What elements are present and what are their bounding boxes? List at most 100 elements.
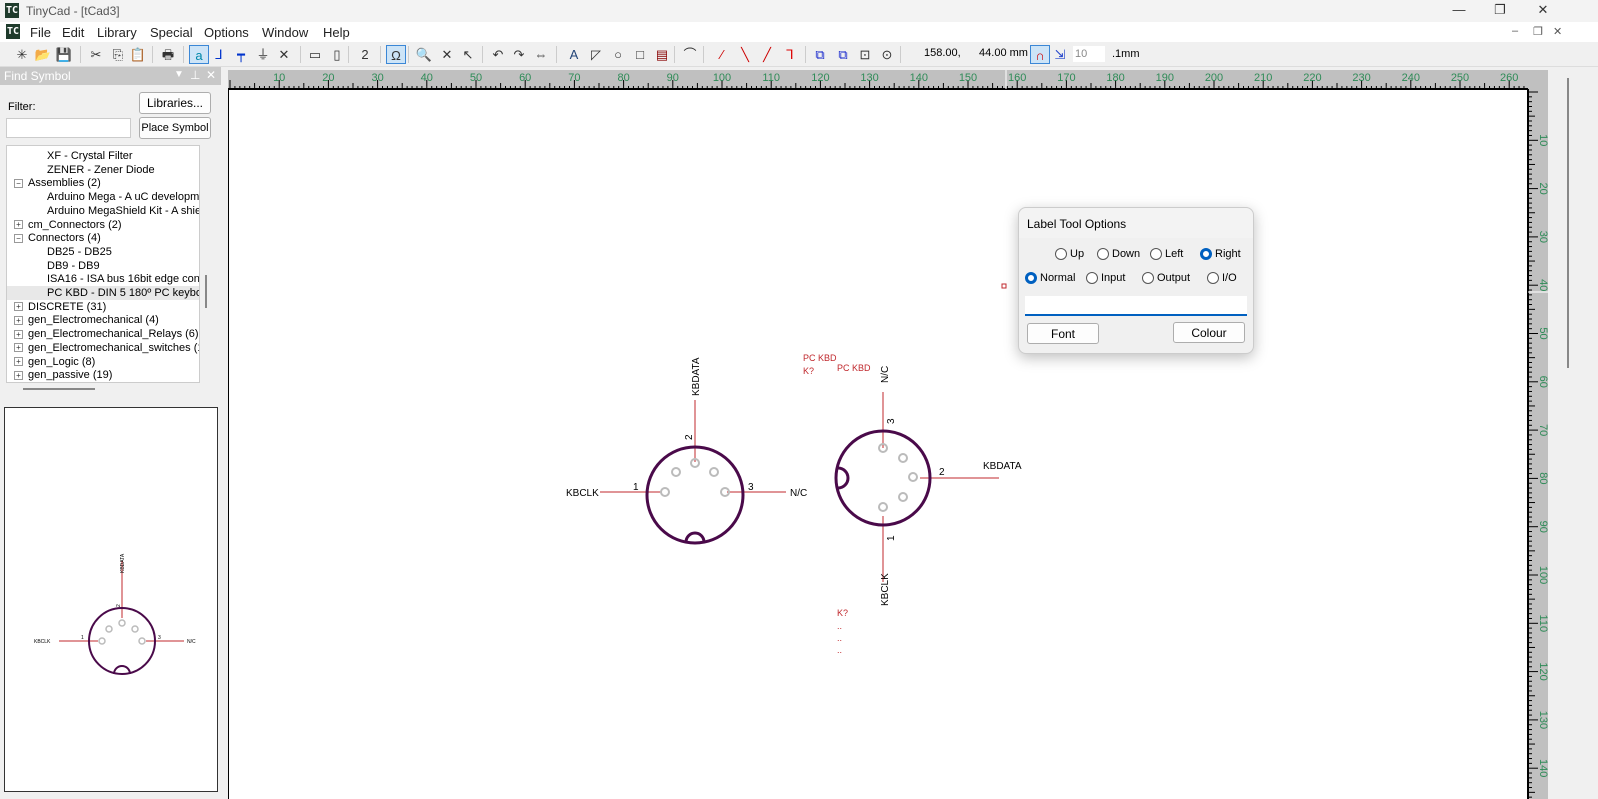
paste-icon[interactable]: 📋	[128, 45, 148, 64]
tree-hscroll-thumb[interactable]	[23, 388, 95, 390]
rectangle-icon[interactable]: □	[630, 45, 650, 64]
tree-item[interactable]: Arduino MegaShield Kit - A shielc	[7, 204, 199, 218]
radio-up[interactable]: Up	[1055, 248, 1084, 260]
arc-icon[interactable]: ⌒	[680, 45, 700, 64]
origin-icon[interactable]: ⊙	[877, 45, 897, 64]
radio-circle[interactable]	[1142, 272, 1154, 284]
tree-item[interactable]: + gen_Electromechanical (4)	[7, 313, 159, 327]
text-icon[interactable]: A	[564, 45, 584, 64]
radio-circle[interactable]	[1055, 248, 1067, 260]
rotate-left-icon[interactable]: ↶	[488, 45, 508, 64]
pin-icon[interactable]: ⊥	[190, 68, 200, 82]
tree-item[interactable]: + cm_Connectors (2)	[7, 218, 122, 232]
radio-circle[interactable]	[1086, 272, 1098, 284]
radio-circle[interactable]	[1207, 272, 1219, 284]
panel-menu-icon[interactable]: ▼	[174, 69, 184, 80]
radio-right[interactable]: Right	[1200, 248, 1241, 260]
connector-right[interactable]: PC KBD K? PC KBD N/C KBDATA KBCLK 1 2 3 …	[803, 353, 1022, 655]
menu-edit[interactable]: Edit	[62, 25, 84, 40]
save-icon[interactable]: 💾	[54, 45, 74, 64]
ruler-v-icon[interactable]: ▯	[327, 45, 347, 64]
polygon-icon[interactable]: ◸	[586, 45, 606, 64]
menu-file[interactable]: File	[30, 25, 51, 40]
delete-icon[interactable]: ✕	[437, 45, 457, 64]
tree-vscroll-thumb[interactable]	[205, 275, 207, 308]
restore-button[interactable]: ❐	[1485, 2, 1515, 20]
cut-icon[interactable]: ✂	[86, 45, 106, 64]
radio-circle[interactable]	[1097, 248, 1109, 260]
tree-item[interactable]: DB25 - DB25	[7, 245, 112, 259]
vscroll-thumb[interactable]	[1567, 78, 1569, 368]
pin-number-icon[interactable]: 2	[355, 45, 375, 64]
tree-item[interactable]: + DISCRETE (31)	[7, 300, 106, 314]
copy-icon[interactable]: ⎘	[108, 45, 128, 64]
tree-item[interactable]: + gen_Electromechanical_Relays (6)	[7, 327, 199, 341]
rotate-right-icon[interactable]: ↷	[509, 45, 529, 64]
new-icon[interactable]: ✳	[12, 45, 32, 64]
bus-label-icon[interactable]: ⁄	[712, 45, 732, 64]
circle-icon[interactable]: ○	[608, 45, 628, 64]
label-text-input[interactable]	[1025, 296, 1247, 316]
expand-icon[interactable]: +	[14, 302, 23, 312]
power-icon[interactable]: ┯	[231, 45, 251, 64]
tree-item[interactable]: XF - Crystal Filter	[7, 149, 133, 163]
no-connect-icon[interactable]: ✕	[274, 45, 294, 64]
connector-left[interactable]: KBDATA KBCLK N/C 1 2 3	[566, 357, 807, 545]
radio-io[interactable]: I/O	[1207, 272, 1237, 284]
doc-restore-button[interactable]: ❐	[1533, 25, 1543, 38]
tree-item[interactable]: + gen_Electromechanical_switches (15	[7, 341, 199, 355]
filter-input[interactable]	[6, 118, 131, 138]
font-button[interactable]: Font	[1027, 323, 1099, 344]
expand-icon[interactable]: +	[14, 370, 23, 380]
junction-icon[interactable]: ⊡	[855, 45, 875, 64]
mirror-icon[interactable]: ⇔	[531, 45, 551, 64]
ground-icon[interactable]: ⏚	[253, 45, 273, 64]
bus-icon[interactable]: ⅂	[780, 45, 800, 64]
radio-circle[interactable]	[1150, 248, 1162, 260]
menu-window[interactable]: Window	[262, 25, 308, 40]
collapse-icon[interactable]: −	[14, 178, 23, 188]
hier2-icon[interactable]: ⧉	[833, 45, 853, 64]
open-icon[interactable]: 📂	[33, 45, 53, 64]
menu-options[interactable]: Options	[204, 25, 249, 40]
zoom-icon[interactable]: 🔍	[414, 45, 434, 64]
menu-library[interactable]: Library	[97, 25, 137, 40]
canvas-vscroll[interactable]	[1552, 70, 1598, 799]
line-icon[interactable]: ╱	[757, 45, 777, 64]
collapse-icon[interactable]: −	[14, 233, 23, 243]
label-icon[interactable]: a	[189, 45, 209, 64]
colour-button[interactable]: Colour	[1173, 322, 1245, 343]
libraries-button[interactable]: Libraries...	[139, 92, 211, 114]
print-icon[interactable]: 🖶	[158, 45, 178, 64]
expand-icon[interactable]: +	[14, 329, 23, 339]
tree-item[interactable]: − Connectors (4)	[7, 231, 101, 245]
hier-icon[interactable]: ⧉	[810, 45, 830, 64]
expand-icon[interactable]: +	[14, 357, 23, 367]
close-button[interactable]: ✕	[1528, 2, 1558, 20]
place-symbol-button[interactable]: Place Symbol	[139, 117, 211, 139]
tree-item[interactable]: Arduino Mega - A uC developme	[7, 190, 199, 204]
select-icon[interactable]: ↖	[458, 45, 478, 64]
wire-icon[interactable]: ⅃	[209, 45, 229, 64]
tree-item[interactable]: + gen_passive (19)	[7, 368, 112, 382]
radio-down[interactable]: Down	[1097, 248, 1140, 260]
tree-item[interactable]: ISA16 - ISA bus 16bit edge conr	[7, 272, 199, 286]
doc-minimize-button[interactable]: –	[1512, 25, 1518, 37]
schematic-canvas[interactable]: 10 20 30 40 50 60 70 80 90 100 110 120 130 140 150 160 1…	[228, 70, 1548, 799]
symbol-icon[interactable]: Ω	[386, 45, 406, 64]
tree-item[interactable]: PC KBD - DIN 5 180º PC keyboar	[7, 286, 199, 300]
minimize-button[interactable]: —	[1444, 2, 1474, 20]
radio-normal[interactable]: Normal	[1025, 272, 1075, 284]
radio-output[interactable]: Output	[1142, 272, 1190, 284]
panel-close-icon[interactable]: ✕	[206, 68, 216, 82]
radio-left[interactable]: Left	[1150, 248, 1183, 260]
radio-circle[interactable]	[1200, 248, 1212, 260]
snap-icon[interactable]: ∩	[1030, 45, 1050, 64]
menu-special[interactable]: Special	[150, 25, 193, 40]
expand-icon[interactable]: +	[14, 315, 23, 325]
tree-item[interactable]: + gen_Logic (8)	[7, 355, 95, 369]
tree-item[interactable]: DB9 - DB9	[7, 259, 100, 273]
expand-icon[interactable]: +	[14, 220, 23, 230]
grid-size-input[interactable]: 10	[1072, 45, 1106, 63]
ruler-h-icon[interactable]: ▭	[305, 45, 325, 64]
